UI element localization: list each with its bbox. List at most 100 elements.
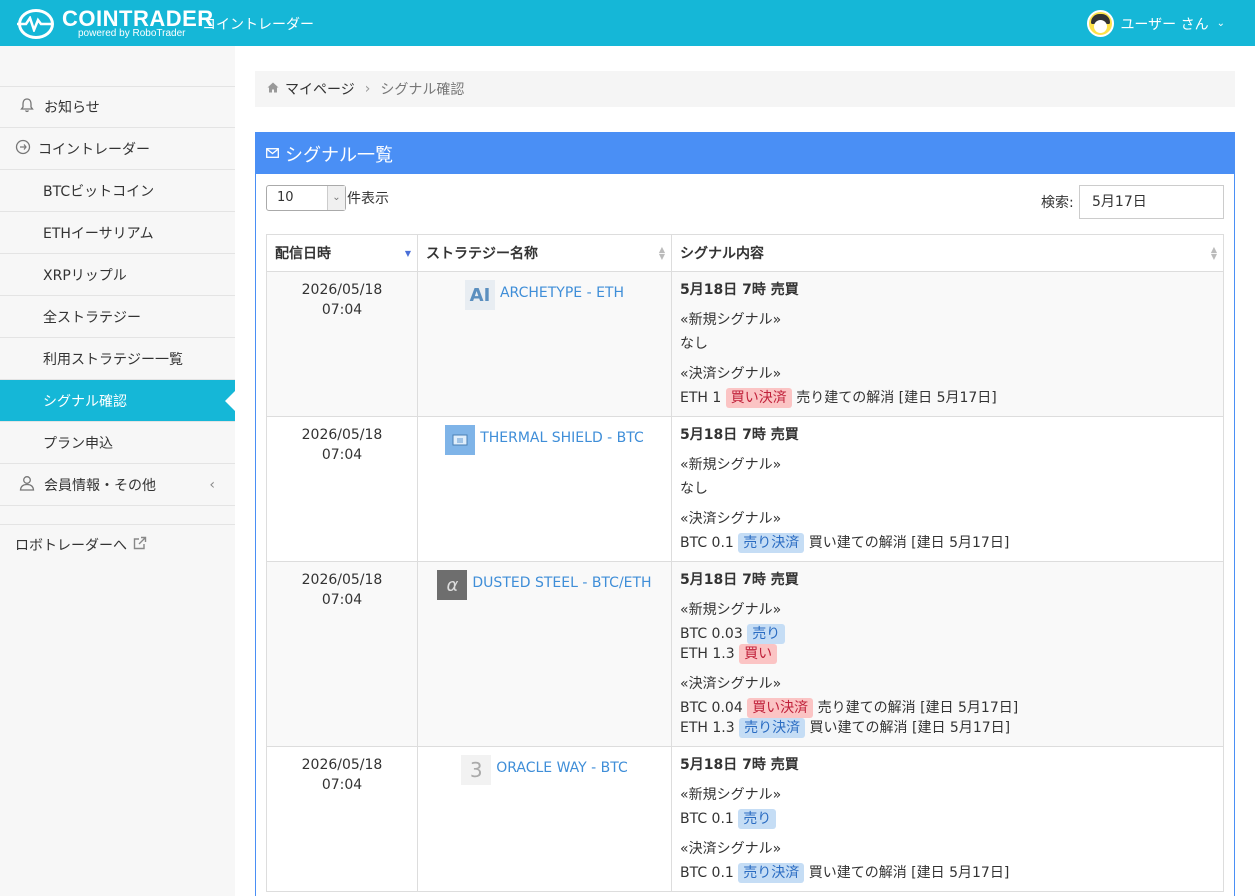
buy-badge: 買い — [739, 644, 778, 664]
sidebar-item-label: プラン申込 — [43, 435, 113, 452]
signal-panel: シグナル一覧 10 ⌄ 件表示 検索: 5月17日 配信日時 ▼ ストラテジー名… — [255, 132, 1235, 896]
chevron-left-icon: ‹ — [209, 476, 215, 493]
new-signal-line: なし — [680, 336, 708, 352]
buy-settle-badge: 買い決済 — [725, 388, 792, 408]
sort-icon: ▲ ▼ — [658, 245, 665, 261]
sidebar-item-label: コイントレーダー — [38, 141, 150, 158]
sidebar-item-label: 利用ストラテジー一覧 — [43, 351, 183, 368]
sidebar-item-xrp[interactable]: XRPリップル — [0, 254, 235, 296]
sell-settle-badge: 売り決済 — [738, 533, 805, 553]
bell-icon — [16, 97, 38, 117]
user-name: ユーザー さん — [1120, 16, 1209, 33]
page-length-label: 件表示 — [347, 191, 389, 207]
strategy-thumbnail — [445, 425, 476, 455]
strategy-link[interactable]: THERMAL SHIELD - BTC — [480, 430, 644, 446]
sidebar-item-btc[interactable]: BTCビットコイン — [0, 170, 235, 212]
table-row: 2026/05/18 07:04 AI ARCHETYPE - ETH 5月18… — [266, 271, 1224, 417]
breadcrumb-current: シグナル確認 — [380, 82, 465, 98]
strategy-link[interactable]: ORACLE WAY - BTC — [496, 760, 628, 776]
brand-logo[interactable]: COINTRADER powered by RoboTrader — [17, 6, 214, 39]
settle-signal-line: BTC 0.04 買い決済 売り建ての解消 [建日 5月17日] — [680, 698, 1019, 718]
strategy-thumbnail: 3 — [461, 755, 492, 785]
sidebar-item-label: XRPリップル — [43, 267, 127, 284]
sort-desc-icon: ▼ — [404, 249, 411, 258]
new-signal-line: BTC 0.03 売り — [680, 624, 1215, 644]
robotrader-link[interactable]: ロボトレーダーへ — [15, 535, 147, 555]
sidebar-item-all-strategies[interactable]: 全ストラテジー — [0, 296, 235, 338]
sort-icon: ▲ ▼ — [1210, 245, 1217, 261]
search-input[interactable]: 5月17日 — [1079, 185, 1224, 219]
settle-signal-line: BTC 0.1 売り決済 買い建ての解消 [建日 5月17日] — [680, 533, 1010, 553]
signal-title: 5月18日 7時 売買 — [680, 282, 799, 298]
buy-settle-badge: 買い決済 — [747, 698, 814, 718]
panel-title: シグナル一覧 — [285, 144, 393, 166]
new-signal-line: なし — [680, 481, 708, 497]
table-row: 2026/05/18 07:04 α DUSTED STEEL - BTC/ET… — [266, 561, 1224, 747]
row-time: 07:04 — [321, 592, 363, 608]
chevron-down-icon: ⌄ — [327, 186, 345, 210]
brand-japanese: コイントレーダー — [202, 17, 314, 33]
sidebar-item-label: ETHイーサリアム — [43, 225, 154, 242]
column-header-strategy[interactable]: ストラテジー名称 ▲ ▼ — [417, 234, 672, 272]
sell-badge: 売り — [747, 624, 786, 644]
home-icon — [267, 82, 279, 96]
row-date: 2026/05/18 — [301, 757, 383, 773]
new-signal-line: BTC 0.1 売り — [680, 809, 1215, 829]
sell-settle-badge: 売り決済 — [738, 863, 805, 883]
settle-signal-label: «決済シグナル» — [680, 841, 782, 857]
sidebar-item-used-strategies[interactable]: 利用ストラテジー一覧 — [0, 338, 235, 380]
strategy-link[interactable]: DUSTED STEEL - BTC/ETH — [472, 575, 651, 591]
external-link-icon — [133, 536, 147, 554]
new-signal-label: «新規シグナル» — [680, 602, 782, 618]
chevron-down-icon: ⌄ — [1216, 18, 1225, 29]
sidebar-item-plan[interactable]: プラン申込 — [0, 422, 235, 464]
brand-name: COINTRADER — [62, 6, 214, 31]
strategy-thumbnail: α — [437, 570, 468, 600]
settle-signal-label: «決済シグナル» — [680, 676, 782, 692]
new-signal-label: «新規シグナル» — [680, 457, 782, 473]
sell-badge: 売り — [738, 809, 777, 829]
row-date: 2026/05/18 — [301, 282, 383, 298]
sidebar-item-label: BTCビットコイン — [43, 183, 155, 200]
table-row: 2026/05/18 07:04 THERMAL SHIELD - BTC 5月… — [266, 416, 1224, 562]
signal-title: 5月18日 7時 売買 — [680, 757, 799, 773]
column-header-date[interactable]: 配信日時 ▼ — [266, 234, 418, 272]
breadcrumb-home[interactable]: マイページ — [285, 79, 355, 99]
new-signal-label: «新規シグナル» — [680, 787, 782, 803]
page-length-select[interactable]: 10 ⌄ — [266, 185, 346, 211]
row-date: 2026/05/18 — [301, 572, 383, 588]
coin-icon — [12, 139, 34, 159]
new-signal-line: ETH 1.3 買い — [680, 644, 1215, 664]
sidebar-item-label: 全ストラテジー — [43, 309, 141, 326]
strategy-thumbnail: AI — [464, 280, 495, 310]
sidebar-item-signals[interactable]: シグナル確認 — [0, 380, 235, 422]
sidebar-item-member[interactable]: 会員情報・その他 ‹ — [0, 464, 235, 506]
settle-signal-label: «決済シグナル» — [680, 511, 782, 527]
sidebar-item-eth[interactable]: ETHイーサリアム — [0, 212, 235, 254]
row-time: 07:04 — [321, 302, 363, 318]
robotrader-link-label: ロボトレーダーへ — [15, 538, 127, 554]
settle-signal-line: BTC 0.1 売り決済 買い建ての解消 [建日 5月17日] — [680, 863, 1010, 883]
settle-signal-label: «決済シグナル» — [680, 366, 782, 382]
signal-title: 5月18日 7時 売買 — [680, 427, 799, 443]
row-date: 2026/05/18 — [301, 427, 383, 443]
user-menu[interactable]: ユーザー さん ⌄ — [1087, 10, 1225, 37]
strategy-link[interactable]: ARCHETYPE - ETH — [500, 285, 624, 301]
signal-title: 5月18日 7時 売買 — [680, 572, 799, 588]
row-time: 07:04 — [321, 777, 363, 793]
breadcrumb: マイページ › シグナル確認 — [255, 71, 1235, 107]
table-row: 2026/05/18 07:04 3 ORACLE WAY - BTC 5月18… — [266, 746, 1224, 892]
top-header: COINTRADER powered by RoboTrader コイントレーダ… — [0, 0, 1255, 46]
user-icon — [16, 475, 38, 495]
sidebar-item-label: 会員情報・その他 — [44, 477, 156, 494]
pulse-logo-icon — [17, 8, 54, 39]
panel-header: シグナル一覧 — [256, 133, 1234, 174]
sidebar-item-label: シグナル確認 — [43, 393, 127, 410]
sell-settle-badge: 売り決済 — [739, 718, 806, 738]
new-signal-label: «新規シグナル» — [680, 312, 782, 328]
sidebar-item-label: お知らせ — [44, 100, 100, 116]
column-header-signal[interactable]: シグナル内容 ▲ ▼ — [671, 234, 1224, 272]
sidebar-item-cointrader[interactable]: コイントレーダー — [0, 128, 235, 170]
settle-signal-line: ETH 1.3 売り決済 買い建ての解消 [建日 5月17日] — [680, 718, 1011, 738]
sidebar-item-notices[interactable]: お知らせ — [0, 86, 235, 128]
